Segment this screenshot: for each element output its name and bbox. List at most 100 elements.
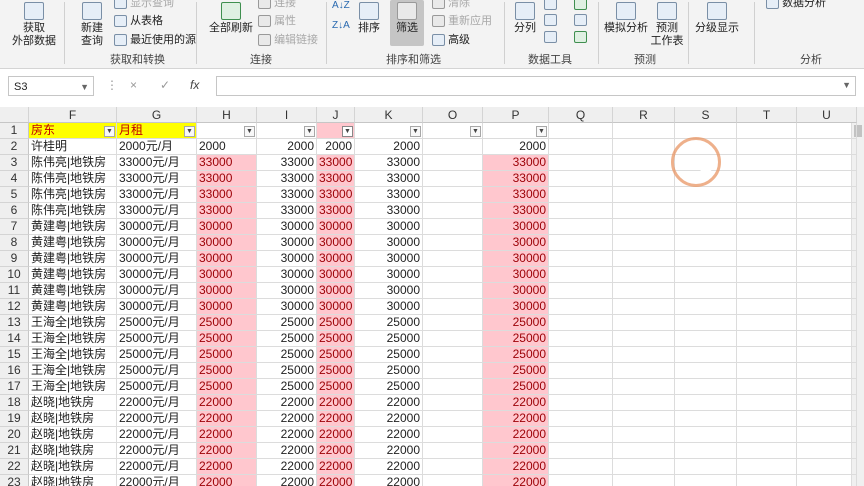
cell-k[interactable]: 22000 — [355, 459, 423, 475]
cell-f[interactable]: 陈伟亮|地铁房 — [29, 187, 117, 203]
cell-h[interactable]: 22000 — [197, 459, 257, 475]
row-header[interactable]: 12 — [0, 299, 29, 315]
cell-t[interactable] — [737, 459, 797, 475]
cell-r[interactable] — [613, 187, 675, 203]
cell-q[interactable] — [549, 171, 613, 187]
cell-k[interactable]: 33000 — [355, 171, 423, 187]
cell-g[interactable]: 30000元/月 — [117, 251, 197, 267]
text-to-columns-button[interactable]: 分列 — [510, 2, 540, 35]
cell-u[interactable] — [797, 251, 857, 267]
cell-f[interactable]: 赵晓|地铁房 — [29, 427, 117, 443]
cell-r[interactable] — [613, 475, 675, 486]
cell-j[interactable]: 22000 — [317, 427, 355, 443]
cell-u[interactable] — [797, 235, 857, 251]
cell-i[interactable]: 30000 — [257, 267, 317, 283]
cell-i[interactable]: 25000 — [257, 347, 317, 363]
cell-s[interactable] — [675, 203, 737, 219]
clear-filter-button[interactable]: 清除 — [432, 0, 470, 10]
cell-q[interactable] — [549, 331, 613, 347]
cell-f[interactable]: 赵晓|地铁房 — [29, 411, 117, 427]
cell-t[interactable] — [737, 395, 797, 411]
cell-j[interactable]: 33000 — [317, 155, 355, 171]
cell-g[interactable]: 22000元/月 — [117, 395, 197, 411]
cell-t[interactable] — [737, 251, 797, 267]
forecast-sheet-button[interactable]: 预测 工作表 — [650, 2, 684, 48]
cell-s[interactable] — [675, 395, 737, 411]
cell-t[interactable] — [737, 475, 797, 486]
cell-g[interactable]: 33000元/月 — [117, 203, 197, 219]
cell-r[interactable] — [613, 395, 675, 411]
cell-g[interactable]: 25000元/月 — [117, 363, 197, 379]
remove-duplicates-button[interactable] — [544, 14, 557, 27]
cell-t[interactable] — [737, 315, 797, 331]
cell-h[interactable]: 2000 — [197, 139, 257, 155]
cell-s[interactable] — [675, 187, 737, 203]
cell-r[interactable] — [613, 155, 675, 171]
cell-h[interactable]: 22000 — [197, 395, 257, 411]
from-table-button[interactable]: 从表格 — [114, 12, 163, 28]
cell-u[interactable] — [797, 155, 857, 171]
cell-k[interactable]: 2000 — [355, 139, 423, 155]
cell-s[interactable] — [675, 251, 737, 267]
cell-u[interactable] — [797, 443, 857, 459]
cell-q[interactable] — [549, 315, 613, 331]
cell-f[interactable]: 黄建粤|地铁房 — [29, 299, 117, 315]
cell-j[interactable]: 25000 — [317, 363, 355, 379]
cell-o[interactable] — [423, 315, 483, 331]
cell-u[interactable] — [797, 347, 857, 363]
sort-za-button[interactable]: Z↓A — [332, 20, 350, 31]
row-header[interactable]: 19 — [0, 411, 29, 427]
cell-p[interactable]: 22000 — [483, 411, 549, 427]
cell-i[interactable]: 22000 — [257, 395, 317, 411]
cell-h[interactable]: 30000 — [197, 283, 257, 299]
cell-j[interactable]: 25000 — [317, 315, 355, 331]
cell-t[interactable] — [737, 427, 797, 443]
cell-h[interactable]: 22000 — [197, 411, 257, 427]
column-header-i[interactable]: I — [257, 107, 317, 123]
cell-i[interactable]: 22000 — [257, 427, 317, 443]
column-header-r[interactable]: R — [613, 107, 675, 123]
row-header[interactable]: 15 — [0, 347, 29, 363]
cell-o[interactable] — [423, 331, 483, 347]
new-query-button[interactable]: 新建 查询 — [72, 2, 112, 48]
cell-t[interactable] — [737, 347, 797, 363]
cell-h[interactable]: 25000 — [197, 379, 257, 395]
cell-f[interactable]: 王海全|地铁房 — [29, 379, 117, 395]
cell-r[interactable] — [613, 347, 675, 363]
data-analysis-button[interactable]: 数据分析 — [766, 0, 826, 10]
cell-s[interactable] — [675, 267, 737, 283]
cell-u[interactable] — [797, 203, 857, 219]
cell-r[interactable] — [613, 315, 675, 331]
cell-i[interactable]: 30000 — [257, 219, 317, 235]
cell-p[interactable]: 30000 — [483, 267, 549, 283]
cell-q[interactable] — [549, 187, 613, 203]
cell-i[interactable]: 33000 — [257, 187, 317, 203]
cell-u[interactable] — [797, 379, 857, 395]
cell-t[interactable] — [737, 443, 797, 459]
cell-p[interactable]: 22000 — [483, 395, 549, 411]
cell-r[interactable] — [613, 331, 675, 347]
cell-p[interactable]: 33000 — [483, 187, 549, 203]
cell-k[interactable]: 33000 — [355, 187, 423, 203]
filter-dropdown-g[interactable]: ▼ — [184, 126, 195, 137]
cell-h[interactable]: 25000 — [197, 347, 257, 363]
cell-h[interactable]: 30000 — [197, 235, 257, 251]
cell-o[interactable] — [423, 363, 483, 379]
cell-j[interactable]: 33000 — [317, 203, 355, 219]
cell-q[interactable] — [549, 283, 613, 299]
cell-u[interactable] — [797, 411, 857, 427]
cell-u[interactable] — [797, 219, 857, 235]
cell-p[interactable]: 25000 — [483, 363, 549, 379]
cell-f[interactable]: 黄建粤|地铁房 — [29, 251, 117, 267]
cell-i[interactable]: 25000 — [257, 315, 317, 331]
cell-k[interactable]: 22000 — [355, 443, 423, 459]
cell-r[interactable] — [613, 459, 675, 475]
cell-q[interactable] — [549, 251, 613, 267]
insert-function-icon[interactable]: fx — [190, 78, 199, 92]
cell-s[interactable] — [675, 475, 737, 486]
cell-f[interactable]: 黄建粤|地铁房 — [29, 219, 117, 235]
cell-q[interactable] — [549, 395, 613, 411]
cell-t[interactable] — [737, 235, 797, 251]
cell-s[interactable] — [675, 219, 737, 235]
cell-o[interactable] — [423, 411, 483, 427]
